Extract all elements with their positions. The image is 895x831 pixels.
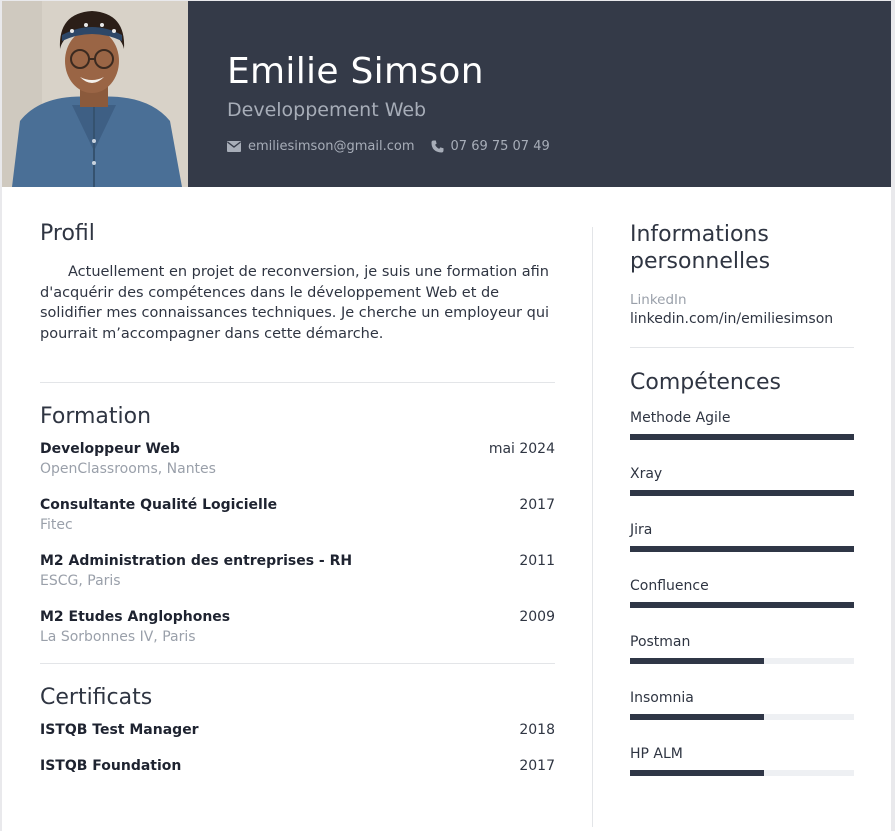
skill-item: Insomnia xyxy=(630,690,854,746)
linkedin-link[interactable]: linkedin.com/in/emiliesimson xyxy=(630,311,854,327)
personal-info-heading: Informations personnelles xyxy=(630,222,771,274)
skill-bar xyxy=(630,546,854,552)
email-text: emiliesimson@gmail.com xyxy=(248,139,415,154)
skill-item: HP ALM xyxy=(630,746,854,802)
skill-item: Postman xyxy=(630,634,854,690)
skill-bar-fill xyxy=(630,434,854,440)
skill-bar xyxy=(630,490,854,496)
candidate-title: Developpement Web xyxy=(227,99,427,121)
phone-contact[interactable]: 07 69 75 07 49 xyxy=(431,139,550,154)
certificate-title: ISTQB Test Manager xyxy=(40,722,199,738)
candidate-name: Emilie Simson xyxy=(227,51,484,92)
skill-name: Methode Agile xyxy=(630,410,731,426)
education-title: M2 Administration des entreprises - RH xyxy=(40,553,353,569)
certificates-heading: Certificats xyxy=(40,685,153,710)
column-divider xyxy=(592,227,593,827)
profile-heading: Profil xyxy=(40,221,95,246)
education-item: M2 Etudes Anglophones La Sorbonnes IV, P… xyxy=(40,609,555,665)
profile-photo xyxy=(2,1,188,187)
certificate-item: ISTQB Foundation 2017 xyxy=(40,758,555,794)
skill-bar xyxy=(630,714,854,720)
education-place: Fitec xyxy=(40,517,73,533)
education-date: mai 2024 xyxy=(488,441,555,457)
education-place: OpenClassrooms, Nantes xyxy=(40,461,216,477)
phone-text: 07 69 75 07 49 xyxy=(450,139,550,154)
skills-heading: Compétences xyxy=(630,370,781,395)
skill-bar xyxy=(630,434,854,440)
section-divider xyxy=(40,382,555,383)
main-column: Profil Actuellement en projet de reconve… xyxy=(40,221,555,794)
skill-item: Xray xyxy=(630,466,854,522)
linkedin-label: LinkedIn xyxy=(630,292,687,308)
skill-name: Postman xyxy=(630,634,691,650)
education-title: Consultante Qualité Logicielle xyxy=(40,497,278,513)
skill-name: Confluence xyxy=(630,578,709,594)
skill-name: Jira xyxy=(630,522,653,538)
skill-name: Xray xyxy=(630,466,663,482)
resume-card: Emilie Simson Developpement Web emiliesi… xyxy=(2,1,891,831)
education-place: La Sorbonnes IV, Paris xyxy=(40,629,196,645)
side-column: Informations personnelles LinkedIn linke… xyxy=(630,221,854,802)
education-place: ESCG, Paris xyxy=(40,573,121,589)
certificate-date: 2017 xyxy=(519,758,555,774)
education-title: M2 Etudes Anglophones xyxy=(40,609,231,625)
education-item: M2 Administration des entreprises - RH E… xyxy=(40,553,555,609)
certificates-list: ISTQB Test Manager 2018 ISTQB Foundation… xyxy=(40,722,555,794)
contact-info: emiliesimson@gmail.com 07 69 75 07 49 xyxy=(227,139,550,154)
education-heading: Formation xyxy=(40,404,152,429)
skill-name: HP ALM xyxy=(630,746,683,762)
skill-bar-fill xyxy=(630,602,854,608)
skill-item: Jira xyxy=(630,522,854,578)
email-contact[interactable]: emiliesimson@gmail.com xyxy=(227,139,415,154)
skill-bar xyxy=(630,770,854,776)
resume-header: Emilie Simson Developpement Web emiliesi… xyxy=(2,1,891,187)
skill-name: Insomnia xyxy=(630,690,694,706)
skill-item: Confluence xyxy=(630,578,854,634)
education-item: Developpeur Web OpenClassrooms, Nantes m… xyxy=(40,441,555,497)
skill-bar xyxy=(630,658,854,664)
skill-item: Methode Agile xyxy=(630,410,854,466)
skill-bar-fill xyxy=(630,714,765,720)
education-list: Developpeur Web OpenClassrooms, Nantes m… xyxy=(40,441,555,665)
phone-icon xyxy=(431,140,444,153)
education-date: 2011 xyxy=(519,553,555,569)
envelope-icon xyxy=(227,141,241,152)
skills-list: Methode Agile Xray Jira Confluence Postm… xyxy=(630,410,854,802)
certificate-item: ISTQB Test Manager 2018 xyxy=(40,722,555,758)
skill-bar-fill xyxy=(630,490,854,496)
skill-bar-fill xyxy=(630,546,854,552)
skill-bar xyxy=(630,602,854,608)
section-divider xyxy=(630,347,854,348)
skill-bar-fill xyxy=(630,770,765,776)
skill-bar-fill xyxy=(630,658,765,664)
education-title: Developpeur Web xyxy=(40,441,180,457)
education-item: Consultante Qualité Logicielle Fitec 201… xyxy=(40,497,555,553)
education-date: 2017 xyxy=(519,497,555,513)
certificate-title: ISTQB Foundation xyxy=(40,758,182,774)
education-date: 2009 xyxy=(519,609,555,625)
certificate-date: 2018 xyxy=(519,722,555,738)
profile-text: Actuellement en projet de reconversion, … xyxy=(40,264,550,342)
